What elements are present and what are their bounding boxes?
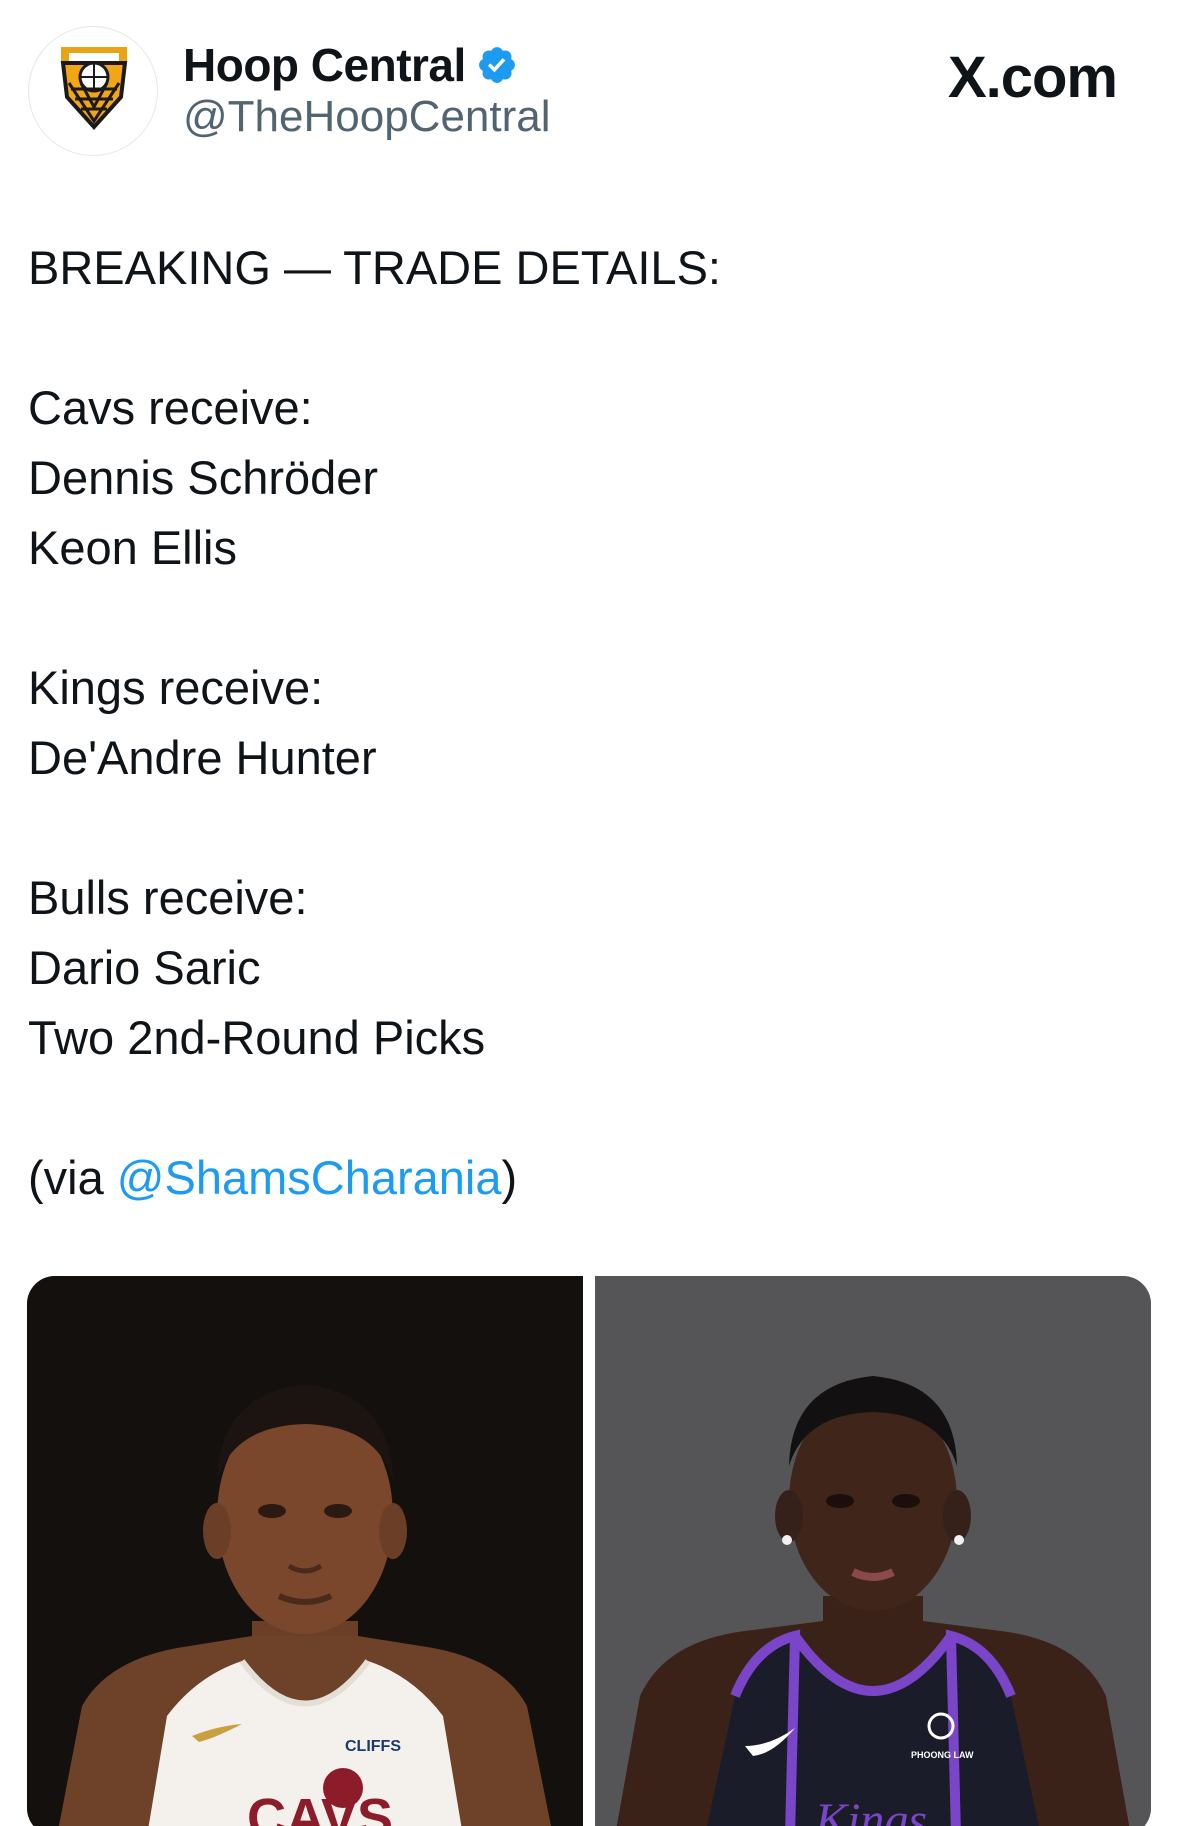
verified-badge-icon — [478, 47, 515, 83]
trade-item: Dario Saric — [28, 941, 261, 994]
via-credit: (via @ShamsCharania) — [28, 1143, 1148, 1213]
group-title-cavs: Cavs receive: — [28, 381, 313, 434]
display-name[interactable]: Hoop Central — [183, 38, 466, 92]
player-photo-kings[interactable]: PHOONG LAW Kings — [595, 1276, 1151, 1826]
svg-text:CLIFFS: CLIFFS — [345, 1738, 401, 1755]
media-grid: CLIFFS CAVS PHOONG LAW Kings — [27, 1276, 1151, 1826]
site-logo-label: X.com — [947, 45, 1118, 110]
player-photo-image: PHOONG LAW Kings — [595, 1276, 1151, 1826]
account-handle[interactable]: @TheHoopCentral — [183, 92, 551, 142]
trade-item: Dennis Schröder — [28, 451, 379, 504]
group-title-bulls: Bulls receive: — [28, 871, 308, 924]
display-name-row[interactable]: Hoop Central — [183, 38, 518, 92]
via-suffix: ) — [501, 1151, 518, 1204]
player-photo-image: CLIFFS CAVS — [27, 1276, 583, 1826]
x-com-logo: X.com — [947, 44, 1118, 111]
trade-item: Two 2nd-Round Picks — [28, 1011, 486, 1064]
via-prefix: (via — [28, 1151, 117, 1204]
tweet-header: Hoop Central @TheHoopCentral X.com — [0, 0, 1179, 170]
svg-text:PHOONG LAW: PHOONG LAW — [911, 1750, 974, 1760]
basketball-hoop-shield-logo-icon — [30, 28, 157, 155]
svg-text:Kings: Kings — [814, 1794, 927, 1826]
tweet-headline: BREAKING — TRADE DETAILS: — [28, 241, 721, 294]
group-title-kings: Kings receive: — [28, 661, 324, 714]
avatar[interactable] — [28, 26, 158, 156]
mention-link[interactable]: @ShamsCharania — [117, 1151, 502, 1204]
tweet-body: BREAKING — TRADE DETAILS: Cavs receive: … — [28, 233, 1148, 1213]
trade-item: De'Andre Hunter — [28, 731, 377, 784]
player-photo-cavaliers[interactable]: CLIFFS CAVS — [27, 1276, 583, 1826]
svg-text:CAVS: CAVS — [247, 1788, 393, 1826]
trade-item: Keon Ellis — [28, 521, 237, 574]
